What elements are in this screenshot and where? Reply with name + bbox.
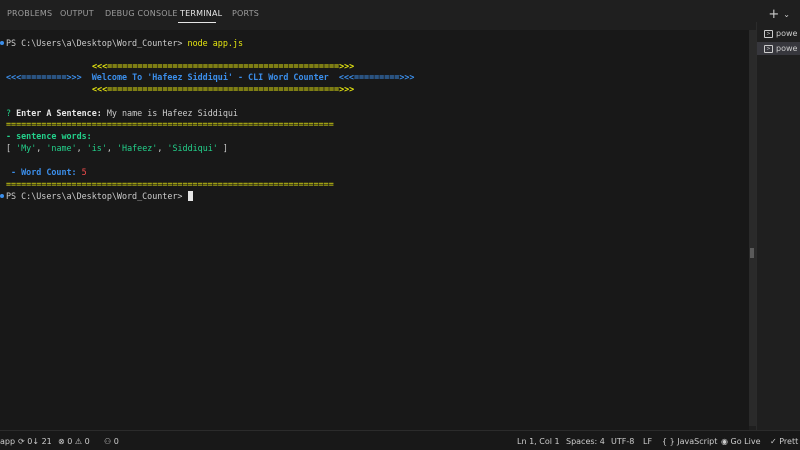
banner-title: Welcome To 'Hafeez Siddiqui' - CLI Word … [91,72,329,82]
ports-count: 0 [113,437,119,446]
separator-2: ========================================… [6,179,334,189]
panel-actions: + ⌄ [768,5,790,23]
status-prettier[interactable]: ✓ Prett [770,437,798,446]
braces-icon: { } [662,437,675,446]
tab-ports[interactable]: PORTS [232,9,259,18]
tab-terminal[interactable]: TERMINAL [180,9,222,18]
prompt-text: PS C:\Users\a\Desktop\Word_Counter> [6,38,183,48]
command-decoration-icon[interactable] [0,194,4,198]
status-problems[interactable]: ⊗ 0 ⚠ 0 [58,437,90,446]
status-app[interactable]: app [0,437,15,446]
command-text: node app.js [187,38,243,48]
count-value: 5 [81,167,87,177]
banner-left: <<<=========>>> [6,72,82,82]
terminal-instance-label: powe [776,44,798,53]
question-mark: ? [6,108,12,118]
language-label: JavaScript [677,437,718,446]
banner-middle: <<<=========>>> Welcome To 'Hafeez Siddi… [6,72,414,82]
chevron-down-icon[interactable]: ⌄ [783,8,790,21]
active-tab-indicator [178,22,216,23]
golive-label: Go Live [730,437,761,446]
word-item: 'is' [86,143,107,153]
count-label: - Word Count: [6,167,77,177]
terminal-instance-label: powe [776,29,798,38]
question-answer: My name is Hafeez Siddiqui [106,108,238,118]
sync-icon: ⟳ [18,437,25,446]
status-bar: app ⟳ 0↓ 21 ⊗ 0 ⚠ 0 ⚇ 0 Ln 1, Col 1 Spac… [0,430,800,450]
separator-1: ========================================… [6,119,334,129]
broadcast-icon: ◉ [721,437,728,446]
prettier-label: Prett [779,437,799,446]
new-terminal-icon[interactable]: + [768,8,779,21]
word-item: 'Hafeez' [116,143,158,153]
terminal-instance-1[interactable]: > powe [764,27,800,40]
word-item: 'My' [16,143,37,153]
tab-problems[interactable]: PROBLEMS [7,9,52,18]
status-language[interactable]: { } JavaScript [662,437,717,446]
scrollbar-thumb[interactable] [750,248,754,258]
sync-count: 0↓ 21 [27,437,52,446]
terminal-icon: > [764,29,773,38]
terminal-icon: > [764,44,773,53]
status-spaces[interactable]: Spaces: 4 [566,437,605,446]
prompt-text: PS C:\Users\a\Desktop\Word_Counter> [6,191,183,201]
status-position[interactable]: Ln 1, Col 1 [517,437,560,446]
terminal-instance-2[interactable]: > powe [757,42,800,55]
terminal-line-prompt: PS C:\Users\a\Desktop\Word_Counter> [6,191,193,201]
ports-icon: ⚇ [104,437,112,446]
tab-debug-console[interactable]: DEBUG CONSOLE [105,9,178,18]
word-item: 'Siddiqui' [167,143,218,153]
terminal-line-command: PS C:\Users\a\Desktop\Word_Counter> node… [6,38,243,48]
array-open: [ [6,143,12,153]
tab-output[interactable]: OUTPUT [60,9,94,18]
terminal-scrollbar[interactable] [749,30,756,426]
banner-right: <<<=========>>> [338,72,415,82]
array-close: ] [222,143,228,153]
word-item: 'name' [46,143,77,153]
words-label: - sentence words: [6,131,92,141]
banner-top: <<<=====================================… [92,61,355,71]
command-decoration-icon[interactable] [0,41,4,45]
terminal-output[interactable]: PS C:\Users\a\Desktop\Word_Counter> node… [0,30,749,430]
terminal-tabs-list: > powe > powe [756,22,800,430]
terminal-cursor [187,191,193,201]
status-eol[interactable]: LF [643,437,652,446]
question-label: Enter A Sentence: [16,108,102,118]
double-check-icon: ✓ [770,437,777,446]
warning-icon: ⚠ [74,437,83,446]
status-encoding[interactable]: UTF-8 [611,437,634,446]
words-array: [ 'My', 'name', 'is', 'Hafeez', 'Siddiqu… [6,143,228,153]
error-count: 0 [67,437,73,446]
status-sync[interactable]: ⟳ 0↓ 21 [18,437,52,446]
status-golive[interactable]: ◉ Go Live [721,437,761,446]
banner-bottom: <<<=====================================… [92,84,355,94]
error-icon: ⊗ [58,437,65,446]
count-line: - Word Count: 5 [6,167,87,177]
vscode-panel: PROBLEMS OUTPUT DEBUG CONSOLE TERMINAL P… [0,0,800,450]
warning-count: 0 [84,437,90,446]
panel-tab-bar: PROBLEMS OUTPUT DEBUG CONSOLE TERMINAL P… [0,0,800,30]
question-line: ? Enter A Sentence: My name is Hafeez Si… [6,108,238,118]
status-ports[interactable]: ⚇ 0 [104,437,119,446]
